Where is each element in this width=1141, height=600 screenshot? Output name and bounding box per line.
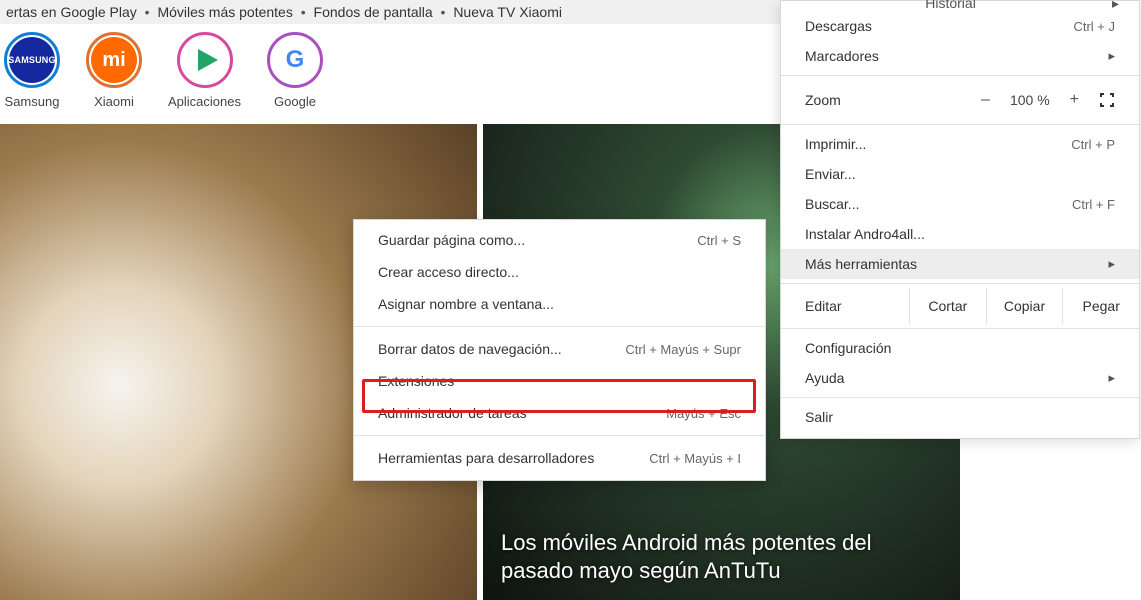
shortcut-xiaomi[interactable]: mi Xiaomi	[86, 32, 142, 109]
shortcut-text: Ctrl + S	[697, 233, 741, 248]
shortcut-text: Ctrl + Mayús + I	[649, 451, 741, 466]
shortcut-samsung[interactable]: SAMSUNG Samsung	[4, 32, 60, 109]
menu-item-configuracion[interactable]: Configuración	[781, 333, 1139, 363]
submenu-dev-tools[interactable]: Herramientas para desarrolladores Ctrl +…	[354, 442, 765, 474]
shortcut-google[interactable]: G Google	[267, 32, 323, 109]
top-link[interactable]: Nueva TV Xiaomi	[453, 4, 562, 20]
menu-item-imprimir[interactable]: Imprimir... Ctrl + P	[781, 129, 1139, 159]
menu-item-zoom: Zoom – 100 % +	[781, 80, 1139, 120]
shortcut-text: Ctrl + J	[1073, 19, 1115, 34]
menu-item-ayuda[interactable]: Ayuda ▸	[781, 363, 1139, 393]
play-icon	[177, 32, 233, 88]
separator-dot: •	[437, 4, 450, 20]
tile-caption: Los móviles Android más potentes del pas…	[501, 529, 942, 586]
shortcut-text: Ctrl + P	[1071, 137, 1115, 152]
menu-edit-row: Editar Cortar Copiar Pegar	[781, 288, 1139, 324]
menu-separator	[354, 326, 765, 327]
menu-item-marcadores[interactable]: Marcadores ▸	[781, 41, 1139, 71]
menu-item-mas-herramientas[interactable]: Más herramientas ▸	[781, 249, 1139, 279]
shortcut-text: Mayús + Esc	[666, 406, 741, 421]
samsung-icon: SAMSUNG	[4, 32, 60, 88]
edit-pegar[interactable]: Pegar	[1062, 288, 1139, 324]
submenu-borrar-datos[interactable]: Borrar datos de navegación... Ctrl + May…	[354, 333, 765, 365]
zoom-value: 100 %	[1010, 92, 1050, 108]
edit-label: Editar	[781, 298, 909, 314]
menu-item-enviar[interactable]: Enviar...	[781, 159, 1139, 189]
shortcut-label: Xiaomi	[94, 94, 134, 109]
submenu-nombre-ventana[interactable]: Asignar nombre a ventana...	[354, 288, 765, 320]
menu-separator	[354, 435, 765, 436]
chrome-main-menu: Historial ▸ Descargas Ctrl + J Marcadore…	[780, 0, 1140, 439]
xiaomi-icon: mi	[86, 32, 142, 88]
menu-separator	[781, 397, 1139, 398]
submenu-administrador-tareas[interactable]: Administrador de tareas Mayús + Esc	[354, 397, 765, 429]
zoom-out-button[interactable]: –	[981, 91, 990, 109]
edit-cortar[interactable]: Cortar	[909, 288, 986, 324]
top-links-bar: ertas en Google Play • Móviles más poten…	[0, 0, 780, 24]
menu-separator	[781, 328, 1139, 329]
shortcut-apps[interactable]: Aplicaciones	[168, 32, 241, 109]
fullscreen-icon[interactable]	[1099, 92, 1115, 108]
chevron-right-icon: ▸	[1108, 256, 1115, 272]
menu-separator	[781, 75, 1139, 76]
menu-item-instalar[interactable]: Instalar Andro4all...	[781, 219, 1139, 249]
chevron-right-icon: ▸	[1108, 370, 1115, 386]
separator-dot: •	[297, 4, 310, 20]
edit-copiar[interactable]: Copiar	[986, 288, 1063, 324]
menu-item-salir[interactable]: Salir	[781, 402, 1139, 432]
shortcut-text: Ctrl + F	[1072, 197, 1115, 212]
top-link[interactable]: Móviles más potentes	[157, 4, 292, 20]
zoom-label: Zoom	[805, 92, 981, 108]
submenu-extensiones[interactable]: Extensiones	[354, 365, 765, 397]
menu-item-buscar[interactable]: Buscar... Ctrl + F	[781, 189, 1139, 219]
shortcut-label: Google	[274, 94, 316, 109]
submenu-guardar[interactable]: Guardar página como... Ctrl + S	[354, 224, 765, 256]
zoom-in-button[interactable]: +	[1070, 91, 1079, 109]
shortcut-label: Samsung	[5, 94, 60, 109]
google-icon: G	[267, 32, 323, 88]
chevron-right-icon: ▸	[1108, 48, 1115, 64]
shortcut-label: Aplicaciones	[168, 94, 241, 109]
menu-item-historial[interactable]: Historial ▸	[925, 0, 1119, 12]
menu-separator	[781, 124, 1139, 125]
separator-dot: •	[141, 4, 154, 20]
top-link[interactable]: Fondos de pantalla	[314, 4, 433, 20]
menu-item-descargas[interactable]: Descargas Ctrl + J	[781, 11, 1139, 41]
submenu-acceso-directo[interactable]: Crear acceso directo...	[354, 256, 765, 288]
menu-separator	[781, 283, 1139, 284]
mas-herramientas-submenu: Guardar página como... Ctrl + S Crear ac…	[353, 219, 766, 481]
shortcut-text: Ctrl + Mayús + Supr	[625, 342, 741, 357]
top-link[interactable]: ertas en Google Play	[6, 4, 137, 20]
